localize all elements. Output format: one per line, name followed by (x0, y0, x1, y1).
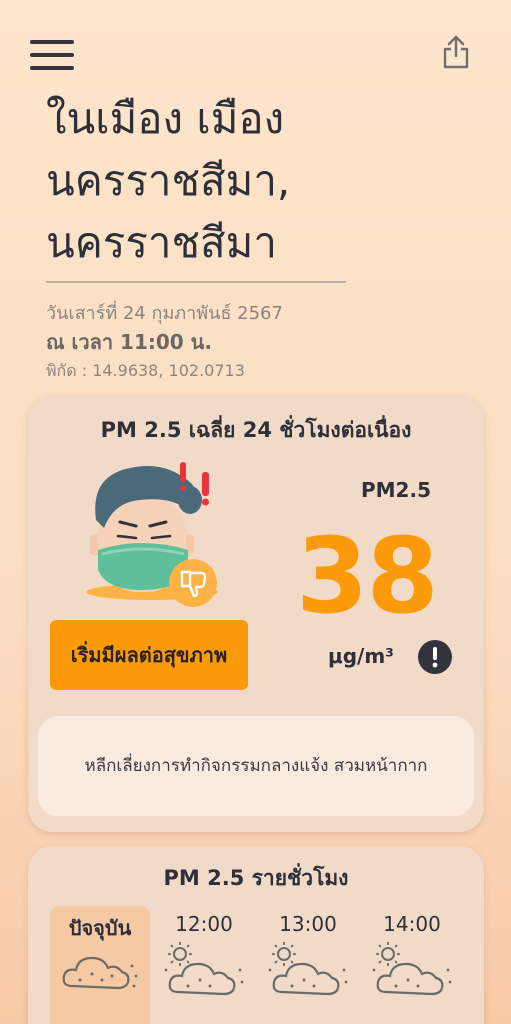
location-title: ในเมือง เมือง นครราชสีมา, นครราชสีมา (46, 88, 466, 274)
info-icon[interactable] (418, 640, 452, 674)
hour-label: 14:00 (383, 912, 441, 936)
title-divider (46, 281, 346, 283)
sick-face-with-mask-icon (86, 462, 218, 600)
top-bar (30, 34, 471, 74)
pm25-label: PM2.5 (361, 478, 431, 502)
pm25-unit: μg/m³ (328, 644, 394, 668)
pm25-card-title: PM 2.5 เฉลี่ย 24 ชั่วโมงต่อเนื่อง (100, 418, 412, 442)
health-status-button[interactable]: เริ่มมีผลต่อสุขภาพ (50, 620, 248, 690)
location-line-2: นครราชสีมา, (46, 156, 291, 205)
advice-text: หลีกเลี่ยงการทำกิจกรรมกลางแจ้ง สวมหน้ากา… (84, 756, 428, 776)
hourly-card-title: PM 2.5 รายชั่วโมง (163, 866, 349, 890)
hamburger-menu-icon[interactable] (30, 38, 74, 70)
hour-label: 13:00 (279, 912, 337, 936)
coordinates-text: พิกัด : 14.9638, 102.0713 (46, 361, 245, 380)
hour-item-1200[interactable]: 12:00 (154, 906, 254, 1024)
dust-cloud-icon (62, 956, 138, 990)
hour-item-1300[interactable]: 13:00 (258, 906, 358, 1024)
share-icon[interactable] (441, 34, 471, 70)
sun-dust-cloud-icon (268, 942, 348, 996)
pm25-average-card: PM 2.5 เฉลี่ย 24 ชั่วโมงต่อเนื่อง เริ่มม… (28, 396, 484, 832)
hour-item-1400[interactable]: 14:00 (362, 906, 462, 1024)
location-line-3: นครราชสีมา (46, 218, 277, 267)
sun-dust-cloud-icon (372, 942, 452, 996)
pm25-hourly-card: PM 2.5 รายชั่วโมง ปัจจุบัน 12:00 13:00 1… (28, 846, 484, 1024)
date-text: วันเสาร์ที่ 24 กุมภาพันธ์ 2567 (46, 303, 283, 324)
hour-item-current[interactable]: ปัจจุบัน (50, 906, 150, 1024)
pm25-value: 38 (296, 515, 439, 637)
advice-box: หลีกเลี่ยงการทำกิจกรรมกลางแจ้ง สวมหน้ากา… (38, 716, 474, 816)
thumbs-down-icon (169, 559, 217, 607)
time-text: ณ เวลา 11:00 น. (46, 330, 212, 354)
location-line-1: ในเมือง เมือง (46, 94, 285, 143)
sun-dust-cloud-icon (164, 942, 244, 996)
hour-label: 12:00 (175, 912, 233, 936)
